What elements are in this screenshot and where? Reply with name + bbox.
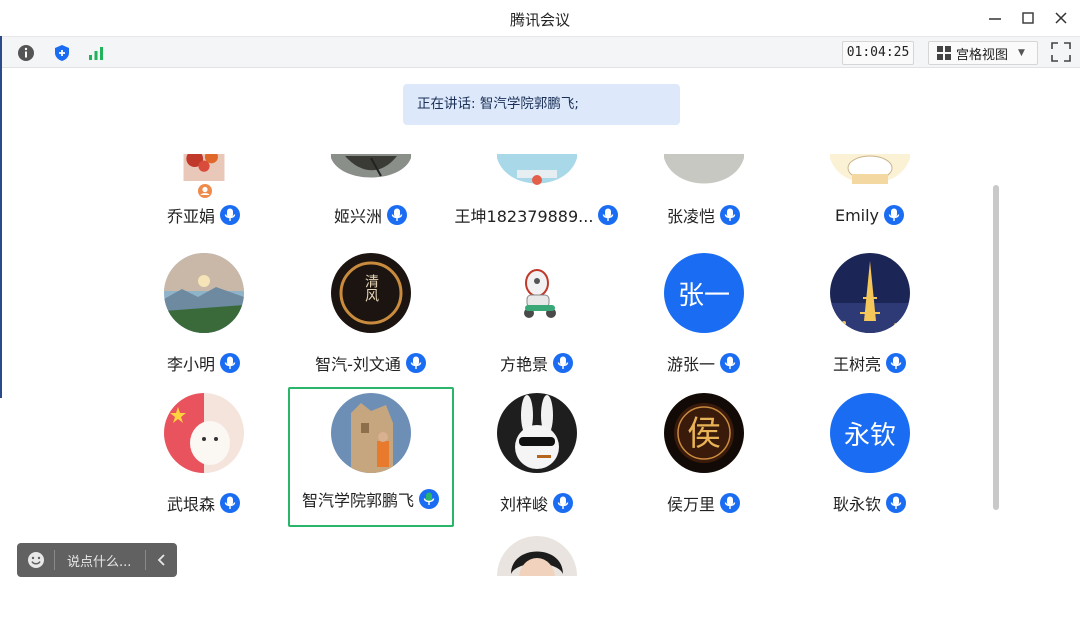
participant-name: Emily	[834, 205, 880, 225]
avatar: 张一	[664, 253, 744, 333]
participant-name: 刘梓峻	[499, 495, 548, 514]
participant-name-row: 张凌恺	[621, 203, 787, 227]
avatar	[497, 536, 577, 576]
participant-tile[interactable]: 李小明	[121, 247, 287, 387]
participant-name: 姬兴洲	[333, 207, 382, 226]
avatar: 侯	[664, 393, 744, 473]
mic-icon[interactable]	[883, 204, 905, 226]
participant-name-row: 乔亚娟	[121, 203, 287, 227]
participant-name-row: 智汽-刘文通	[288, 351, 454, 375]
participant-tile[interactable]: 张凌恺	[621, 95, 787, 235]
smile-icon	[27, 552, 44, 568]
participant-tile[interactable]	[454, 530, 620, 576]
participant-tile[interactable]: 清风 智汽-刘文通	[288, 247, 454, 387]
participant-name-row: 游张一	[621, 351, 787, 375]
avatar	[497, 393, 577, 473]
mic-icon[interactable]	[219, 352, 241, 374]
participant-name: 王坤182379889...	[454, 207, 594, 226]
avatar	[164, 393, 244, 473]
participant-name-row: 武垠森	[121, 491, 287, 515]
collapse-chat-button[interactable]	[145, 550, 177, 570]
avatar-calligraphy: 清风	[363, 274, 379, 303]
avatar	[664, 154, 744, 190]
mic-icon[interactable]	[719, 352, 741, 374]
mic-icon[interactable]	[552, 492, 574, 514]
participant-name: 武垠森	[166, 495, 215, 514]
avatar	[331, 74, 411, 154]
host-icon	[198, 184, 212, 198]
participant-name: 方艳景	[499, 355, 548, 374]
participant-name: 智汽-刘文通	[315, 355, 401, 374]
participant-name-row: 王坤182379889...	[454, 203, 620, 227]
participant-tile-active-speaker[interactable]: 智汽学院郭鹏飞	[288, 387, 454, 527]
avatar-glyph: 侯	[687, 414, 721, 454]
participant-name-row: 刘梓峻	[454, 491, 620, 515]
participant-name-row: 李小明	[121, 351, 287, 375]
emoji-button[interactable]	[17, 550, 55, 570]
mic-icon[interactable]	[885, 492, 907, 514]
participant-tile[interactable]: 姬兴洲	[288, 95, 454, 235]
participant-name: 侯万里	[666, 495, 715, 514]
avatar	[164, 154, 244, 187]
participant-tile[interactable]: 王树亮	[787, 247, 953, 387]
mic-icon[interactable]	[719, 204, 741, 226]
chat-input[interactable]: 说点什么...	[55, 551, 145, 570]
avatar: 清风	[331, 253, 411, 333]
mic-icon[interactable]	[219, 204, 241, 226]
avatar	[497, 253, 577, 333]
participant-name: 耿永钦	[832, 495, 881, 514]
participant-name: 张凌恺	[666, 207, 715, 226]
mic-icon[interactable]	[885, 352, 907, 374]
avatar	[497, 154, 577, 190]
mic-icon[interactable]	[719, 492, 741, 514]
avatar: 永钦	[830, 393, 910, 473]
participant-tile[interactable]: 侯 侯万里	[621, 387, 787, 527]
participant-name: 智汽学院郭鹏飞	[301, 491, 414, 510]
participant-tile[interactable]: 刘梓峻	[454, 387, 620, 527]
mic-icon[interactable]	[597, 204, 619, 226]
participant-name-row: 侯万里	[621, 491, 787, 515]
avatar	[331, 393, 411, 473]
participant-name-row: 姬兴洲	[288, 203, 454, 227]
avatar	[331, 154, 411, 190]
participant-name: 乔亚娟	[166, 207, 215, 226]
participant-tile[interactable]: 王坤182379889...	[454, 95, 620, 235]
participant-tile[interactable]: 乔亚娟	[121, 95, 287, 235]
participant-tile[interactable]: 方艳景	[454, 247, 620, 387]
participant-name-row: 智汽学院郭鹏飞	[290, 487, 452, 511]
mic-icon[interactable]	[219, 492, 241, 514]
participant-name-row: 王树亮	[787, 351, 953, 375]
participant-name-row: Emily	[787, 203, 953, 227]
participant-tile[interactable]: 永钦 耿永钦	[787, 387, 953, 527]
chevron-left-icon	[157, 554, 165, 566]
participant-tile[interactable]: Emily	[787, 95, 953, 235]
avatar	[164, 253, 244, 333]
chat-bar[interactable]: 说点什么...	[17, 543, 177, 577]
mic-icon[interactable]	[405, 352, 427, 374]
avatar	[830, 253, 910, 333]
grid-scrollbar[interactable]	[993, 185, 999, 510]
mic-icon[interactable]	[386, 204, 408, 226]
participant-name: 王树亮	[832, 355, 881, 374]
participant-tile[interactable]: 张一 游张一	[621, 247, 787, 387]
participant-name-row: 耿永钦	[787, 491, 953, 515]
participant-name-row: 方艳景	[454, 351, 620, 375]
mic-active-icon[interactable]	[418, 488, 440, 510]
participant-name: 游张一	[666, 355, 715, 374]
mic-icon[interactable]	[552, 352, 574, 374]
participant-name: 李小明	[166, 355, 215, 374]
participant-tile[interactable]: 武垠森	[121, 387, 287, 527]
avatar	[830, 154, 910, 190]
